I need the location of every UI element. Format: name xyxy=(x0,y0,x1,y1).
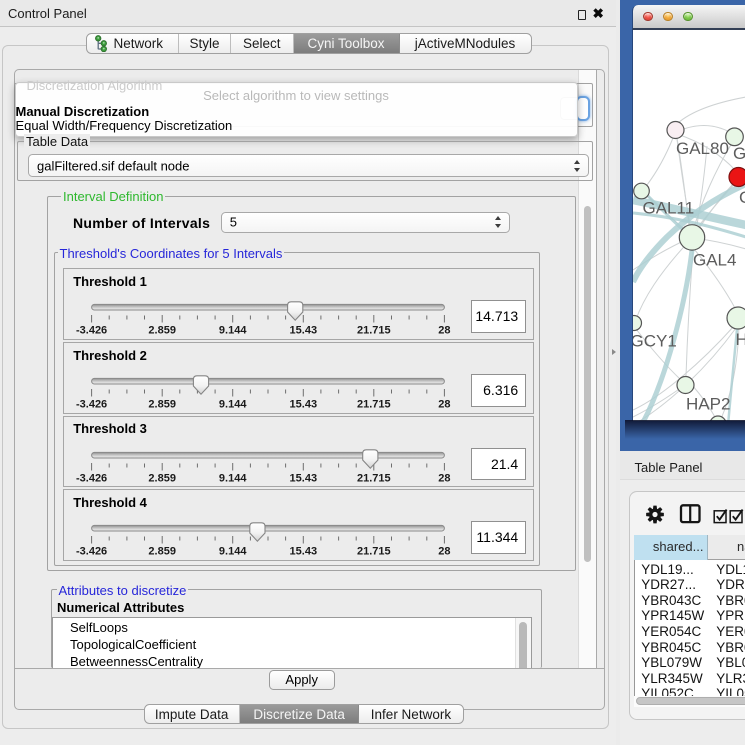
svg-text:GAL4: GAL4 xyxy=(693,250,736,269)
svg-text:GAL80: GAL80 xyxy=(676,139,729,158)
svg-text:-3.426: -3.426 xyxy=(76,472,107,484)
svg-text:28: 28 xyxy=(438,472,450,484)
svg-text:GA: GA xyxy=(733,144,745,163)
svg-text:15.43: 15.43 xyxy=(290,325,318,337)
svg-text:-3.426: -3.426 xyxy=(76,399,107,411)
svg-text:21.715: 21.715 xyxy=(357,472,391,484)
svg-text:15.43: 15.43 xyxy=(290,472,318,484)
svg-text:2.859: 2.859 xyxy=(149,472,177,484)
svg-text:-3.426: -3.426 xyxy=(76,546,107,558)
svg-text:28: 28 xyxy=(438,325,450,337)
svg-text:HAP2: HAP2 xyxy=(686,394,730,413)
svg-text:21.715: 21.715 xyxy=(357,325,391,337)
svg-text:C: C xyxy=(739,188,745,207)
svg-text:9.144: 9.144 xyxy=(219,325,247,337)
svg-text:H: H xyxy=(736,330,745,349)
svg-text:2.859: 2.859 xyxy=(149,546,177,558)
svg-text:GAL11: GAL11 xyxy=(643,198,695,217)
svg-text:21.715: 21.715 xyxy=(357,546,391,558)
svg-text:9.144: 9.144 xyxy=(219,399,247,411)
svg-text:9.144: 9.144 xyxy=(219,546,247,558)
svg-text:2.859: 2.859 xyxy=(149,399,177,411)
svg-text:28: 28 xyxy=(438,546,450,558)
svg-text:15.43: 15.43 xyxy=(290,399,318,411)
svg-text:21.715: 21.715 xyxy=(357,399,391,411)
svg-text:28: 28 xyxy=(438,399,450,411)
svg-text:9.144: 9.144 xyxy=(219,472,247,484)
svg-text:-3.426: -3.426 xyxy=(76,325,107,337)
svg-text:15.43: 15.43 xyxy=(290,546,318,558)
svg-text:GCY1: GCY1 xyxy=(633,331,677,350)
svg-text:2.859: 2.859 xyxy=(149,325,177,337)
